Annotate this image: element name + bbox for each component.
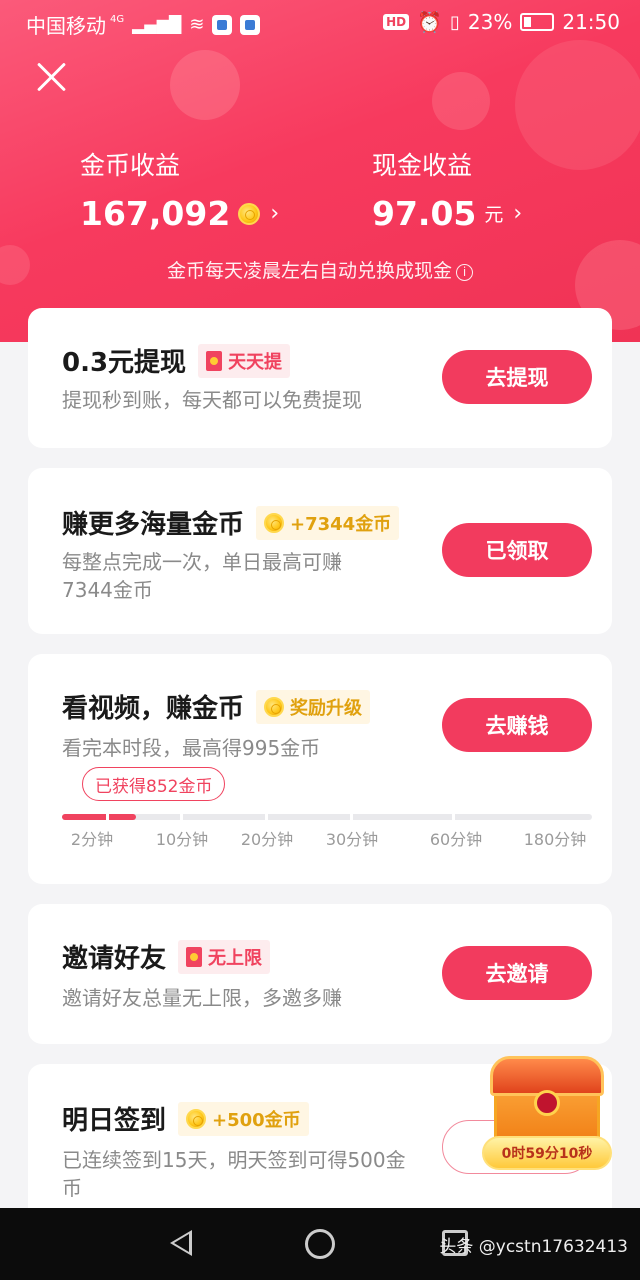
progress-tick	[180, 814, 183, 820]
cash-earnings-label: 现金收益	[372, 151, 473, 180]
card-badge-label: +500金币	[212, 1109, 301, 1131]
home-icon[interactable]	[305, 1229, 335, 1259]
card-badge-label: +7344金币	[290, 513, 392, 535]
coin-icon	[186, 1108, 207, 1129]
vibrate-icon: ▯	[450, 11, 460, 33]
earn-money-button[interactable]: 去赚钱	[442, 698, 592, 752]
watermark: 头条 @ycstn17632413	[439, 1237, 628, 1257]
card-badge: 天天提	[198, 343, 291, 378]
progress-fill	[62, 814, 137, 820]
card-badge: 奖励升级	[256, 689, 371, 724]
red-packet-icon	[186, 946, 203, 967]
task-card-hourly-coins: 赚更多海量金币 +7344金币 每整点完成一次，单日最高可赚7344金币 已领取	[28, 468, 612, 634]
progress-tick	[350, 814, 353, 820]
card-title: 0.3元提现	[62, 348, 187, 378]
card-desc: 已连续签到15天，明天签到可得500金币	[62, 1148, 406, 1200]
red-packet-icon	[206, 350, 223, 371]
card-badge-label: 天天提	[228, 351, 283, 373]
app-notification-icon	[240, 14, 261, 35]
back-icon[interactable]	[170, 1230, 192, 1256]
card-badge-label: 无上限	[208, 947, 263, 969]
chest-countdown: 0时59分10秒	[482, 1136, 612, 1170]
decor-bubble	[515, 40, 640, 170]
alarm-icon: ⏰	[417, 10, 442, 34]
carrier-name: 中国移动	[26, 14, 106, 38]
battery-icon	[520, 13, 555, 31]
task-card-invite: 邀请好友 无上限 邀请好友总量无上限，多邀多赚 去邀请	[28, 904, 612, 1044]
signal-icon: ▂▄▆█	[132, 15, 182, 34]
battery-percent: 23%	[467, 10, 513, 34]
cash-unit: 元	[484, 204, 504, 226]
card-badge-label: 奖励升级	[290, 697, 363, 719]
card-title: 邀请好友	[62, 944, 167, 974]
card-desc: 提现秒到账，每天都可以免费提现	[62, 388, 362, 412]
progress-label: 10分钟	[155, 830, 209, 849]
chevron-right-icon: ›	[513, 201, 523, 226]
cash-earnings[interactable]: 现金收益 97.05 元 ›	[372, 146, 522, 233]
withdraw-button[interactable]: 去提现	[442, 350, 592, 404]
app-notification-icon	[212, 14, 233, 35]
status-bar: 中国移动 4G ▂▄▆█ ≋ HD ⏰ ▯ 23% 21:50	[0, 0, 640, 44]
info-icon[interactable]: i	[456, 264, 473, 281]
network-type: 4G	[110, 14, 125, 25]
exchange-note: 金币每天凌晨左右自动兑换成现金 i	[0, 256, 640, 283]
task-card-withdraw: 0.3元提现 天天提 提现秒到账，每天都可以免费提现 去提现	[28, 308, 612, 448]
progress-label: 2分钟	[70, 830, 114, 849]
coin-icon	[238, 202, 261, 225]
coin-earnings-value: 167,092	[80, 194, 231, 233]
card-title: 赚更多海量金币	[62, 510, 245, 540]
coin-earnings-label: 金币收益	[80, 151, 181, 180]
progress-tick	[106, 814, 109, 820]
clock-time: 21:50	[562, 10, 620, 34]
progress-tooltip: 已获得852金币	[82, 767, 226, 801]
card-desc: 看完本时段，最高得995金币	[62, 736, 321, 760]
card-title: 看视频，赚金币	[62, 694, 245, 724]
chest-lock-icon	[534, 1090, 560, 1116]
claimed-button[interactable]: 已领取	[442, 523, 592, 577]
decor-bubble	[432, 72, 490, 130]
card-desc: 每整点完成一次，单日最高可赚7344金币	[62, 550, 342, 602]
close-icon[interactable]	[34, 60, 68, 94]
progress-label: 180分钟	[523, 830, 587, 849]
wifi-icon: ≋	[189, 14, 205, 35]
treasure-chest[interactable]: 0时59分10秒	[482, 1050, 612, 1180]
coin-icon	[264, 696, 285, 717]
coin-icon	[264, 512, 285, 533]
coin-earnings[interactable]: 金币收益 167,092 ›	[80, 146, 279, 233]
cash-earnings-value: 97.05	[372, 194, 477, 233]
progress-label: 60分钟	[429, 830, 483, 849]
card-badge: 无上限	[178, 939, 271, 974]
exchange-note-text: 金币每天凌晨左右自动兑换成现金	[166, 260, 452, 282]
decor-bubble	[170, 50, 240, 120]
progress-tick	[452, 814, 455, 820]
hd-icon: HD	[383, 14, 410, 30]
progress-label: 30分钟	[325, 830, 379, 849]
earnings-header: 中国移动 4G ▂▄▆█ ≋ HD ⏰ ▯ 23% 21:50 金币收益 167…	[0, 0, 640, 342]
card-badge: +7344金币	[256, 505, 400, 540]
progress-label: 20分钟	[240, 830, 294, 849]
system-nav-bar: 头条 @ycstn17632413	[0, 1208, 640, 1280]
chevron-right-icon: ›	[270, 201, 280, 226]
progress-tick	[265, 814, 268, 820]
invite-button[interactable]: 去邀请	[442, 946, 592, 1000]
card-title: 明日签到	[62, 1106, 167, 1136]
card-desc: 邀请好友总量无上限，多邀多赚	[62, 986, 342, 1010]
card-badge: +500金币	[178, 1101, 309, 1136]
task-card-watch-video: 看视频，赚金币 奖励升级 看完本时段，最高得995金币 去赚钱 已获得852金币…	[28, 654, 612, 884]
watch-progress-bar	[62, 814, 592, 820]
